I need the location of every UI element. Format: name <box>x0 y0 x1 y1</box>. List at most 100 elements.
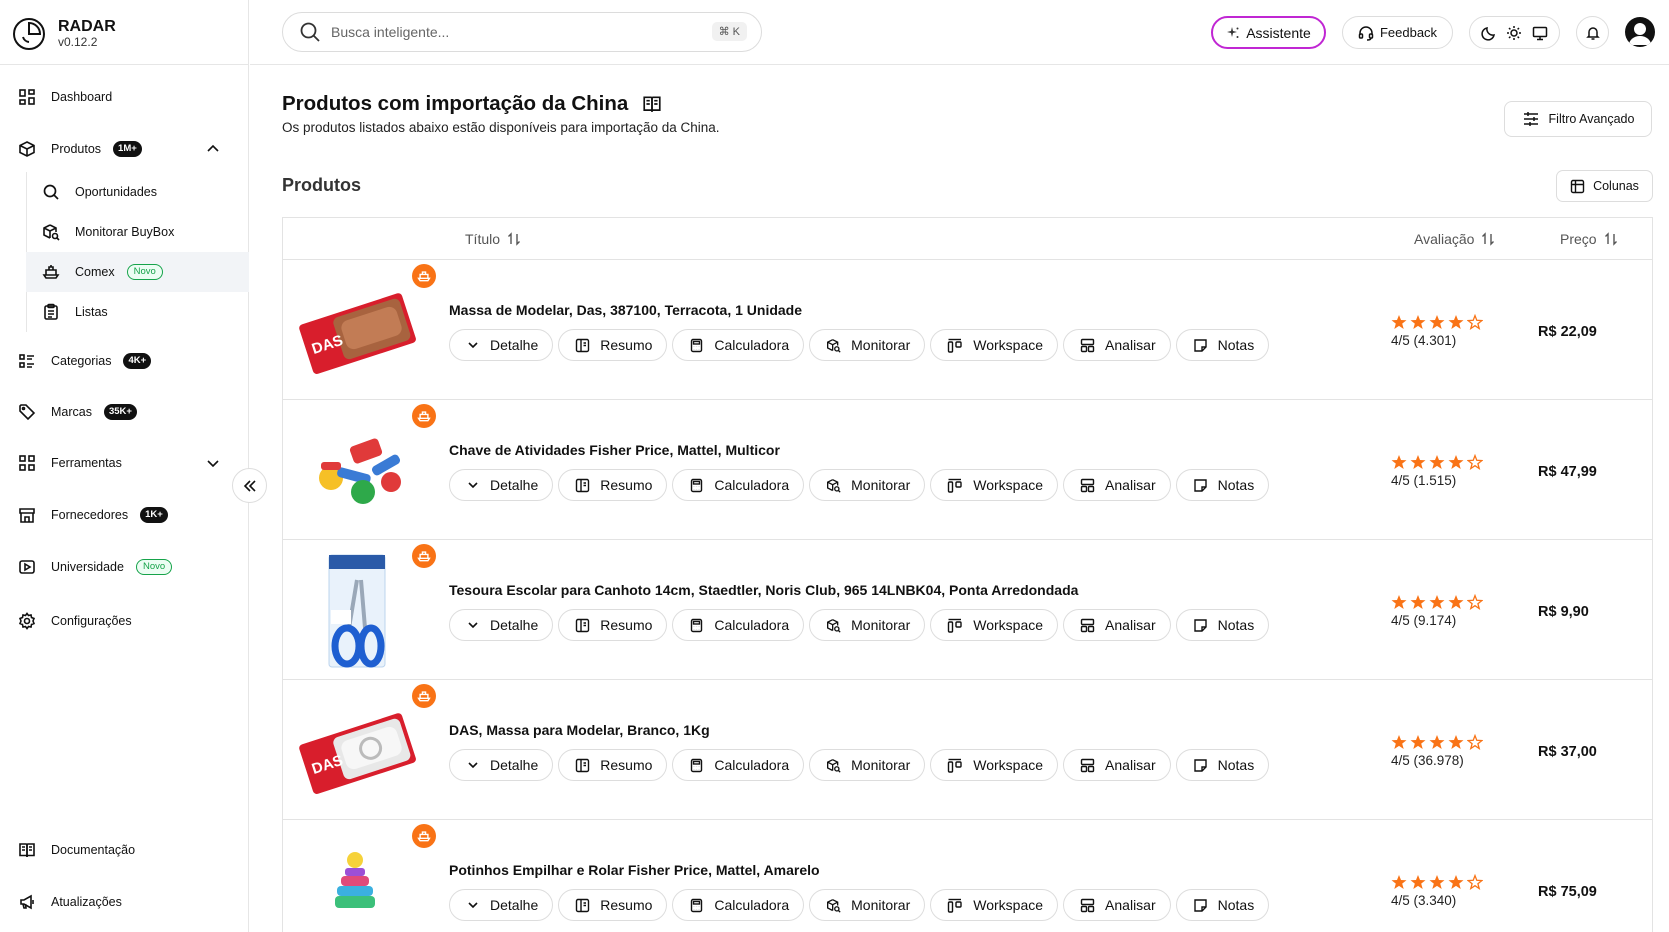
summary-button[interactable]: Resumo <box>558 609 668 641</box>
light-theme-button[interactable] <box>1502 21 1526 45</box>
columns-button[interactable]: Colunas <box>1556 170 1653 202</box>
brand[interactable]: RADAR v0.12.2 <box>12 14 116 54</box>
analyze-button[interactable]: Analisar <box>1063 609 1171 641</box>
monitor-button[interactable]: Monitorar <box>809 749 926 781</box>
action-label: Analisar <box>1105 337 1156 353</box>
star-filled-icon <box>1410 455 1426 469</box>
clipboard-list-icon <box>44 303 58 320</box>
feedback-button[interactable]: Feedback <box>1342 16 1453 49</box>
action-label: Detalhe <box>490 617 539 633</box>
sidebar-item-monitorar-buybox[interactable]: Monitorar BuyBox <box>26 212 249 252</box>
calculator-button[interactable]: Calculadora <box>672 889 805 921</box>
summary-button[interactable]: Resumo <box>558 329 668 361</box>
calculator-button[interactable]: Calculadora <box>672 609 805 641</box>
search-input[interactable] <box>331 24 701 40</box>
summary-icon <box>576 338 590 352</box>
monitor-button[interactable]: Monitorar <box>809 329 926 361</box>
table-row[interactable]: Potinhos Empilhar e Rolar Fisher Price, … <box>283 820 1652 932</box>
product-title[interactable]: Massa de Modelar, Das, 387100, Terracota… <box>449 302 802 318</box>
calculator-button[interactable]: Calculadora <box>672 469 805 501</box>
book-open-icon[interactable] <box>642 94 662 114</box>
star-filled-icon <box>1448 455 1464 469</box>
sidebar-item-configuracoes[interactable]: Configurações <box>0 601 249 641</box>
title-column-header[interactable]: Título <box>465 231 521 247</box>
detail-button[interactable]: Detalhe <box>449 749 554 781</box>
notes-button[interactable]: Notas <box>1175 469 1270 501</box>
monitor-button[interactable]: Monitorar <box>809 889 926 921</box>
product-title[interactable]: Tesoura Escolar para Canhoto 14cm, Staed… <box>449 582 1078 598</box>
table-row[interactable]: DAS Massa de Modelar, Das, 387100, Terrac… <box>283 260 1652 400</box>
box-search-icon <box>827 758 841 773</box>
sidebar-item-documentacao[interactable]: Documentação <box>0 830 249 870</box>
analyze-button[interactable]: Analisar <box>1063 889 1171 921</box>
monitor-button[interactable]: Monitorar <box>809 469 926 501</box>
rating-value: 4/5 (36.978) <box>1391 753 1464 768</box>
notifications-button[interactable] <box>1576 16 1609 49</box>
action-label: Analisar <box>1105 757 1156 773</box>
notes-button[interactable]: Notas <box>1175 329 1270 361</box>
sidebar-item-comex[interactable]: Comex Novo <box>26 252 249 292</box>
star-filled-icon <box>1410 595 1426 609</box>
advanced-filter-button[interactable]: Filtro Avançado <box>1504 101 1652 137</box>
box-search-icon <box>827 478 841 493</box>
analyze-icon <box>1080 898 1095 912</box>
star-filled-icon <box>1391 735 1407 749</box>
box-search-icon <box>43 224 60 241</box>
detail-button[interactable]: Detalhe <box>449 609 554 641</box>
detail-button[interactable]: Detalhe <box>449 469 554 501</box>
notes-button[interactable]: Notas <box>1175 889 1270 921</box>
detail-button[interactable]: Detalhe <box>449 329 554 361</box>
chevron-down-icon[interactable] <box>205 455 221 471</box>
table-row[interactable]: Tesoura Escolar para Canhoto 14cm, Staed… <box>283 540 1652 680</box>
calculator-button[interactable]: Calculadora <box>672 329 805 361</box>
summary-button[interactable]: Resumo <box>558 469 668 501</box>
workspace-button[interactable]: Workspace <box>930 609 1059 641</box>
sidebar-item-label: Atualizações <box>51 895 122 909</box>
summary-button[interactable]: Resumo <box>558 749 668 781</box>
chevron-up-icon[interactable] <box>205 141 221 157</box>
monitor-button[interactable]: Monitorar <box>809 609 926 641</box>
workspace-button[interactable]: Workspace <box>930 329 1059 361</box>
calculator-button[interactable]: Calculadora <box>672 749 805 781</box>
table-row[interactable]: Chave de Atividades Fisher Price, Mattel… <box>283 400 1652 540</box>
product-title[interactable]: Chave de Atividades Fisher Price, Mattel… <box>449 442 780 458</box>
system-theme-button[interactable] <box>1528 21 1552 45</box>
analyze-button[interactable]: Analisar <box>1063 469 1171 501</box>
sidebar-item-ferramentas[interactable]: Ferramentas <box>0 443 249 483</box>
sidebar-item-universidade[interactable]: Universidade Novo <box>0 547 249 587</box>
sidebar-item-dashboard[interactable]: Dashboard <box>0 77 249 117</box>
detail-button[interactable]: Detalhe <box>449 889 554 921</box>
dark-theme-button[interactable] <box>1477 21 1501 45</box>
workspace-button[interactable]: Workspace <box>930 749 1059 781</box>
notes-button[interactable]: Notas <box>1175 749 1270 781</box>
rating-column-header[interactable]: Avaliação <box>1414 231 1495 247</box>
package-icon <box>19 141 35 157</box>
avatar[interactable] <box>1625 17 1655 47</box>
sidebar-item-label: Produtos <box>51 142 102 156</box>
product-title[interactable]: DAS, Massa para Modelar, Branco, 1Kg <box>449 722 710 738</box>
bell-icon <box>1585 26 1600 40</box>
rating-stars <box>1391 594 1486 610</box>
sidebar-item-oportunidades[interactable]: Oportunidades <box>26 172 249 212</box>
sidebar-item-listas[interactable]: Listas <box>26 292 249 332</box>
analyze-button[interactable]: Analisar <box>1063 329 1171 361</box>
sidebar-item-marcas[interactable]: Marcas 35K+ <box>0 392 249 432</box>
table-row[interactable]: DAS DAS, Massa para Modelar, Branco, 1Kg D… <box>283 680 1652 820</box>
star-empty-icon <box>1467 874 1483 890</box>
sidebar-item-atualizacoes[interactable]: Atualizações <box>0 882 249 922</box>
assistant-button[interactable]: Assistente <box>1211 16 1326 49</box>
workspace-icon <box>948 898 962 913</box>
notes-button[interactable]: Notas <box>1175 609 1270 641</box>
search-box[interactable]: ⌘ K <box>282 12 762 52</box>
sidebar-item-categorias[interactable]: Categorias 4K+ <box>0 341 249 381</box>
product-title[interactable]: Potinhos Empilhar e Rolar Fisher Price, … <box>449 862 820 878</box>
sidebar-item-fornecedores[interactable]: Fornecedores 1K+ <box>0 495 249 535</box>
workspace-button[interactable]: Workspace <box>930 469 1059 501</box>
workspace-button[interactable]: Workspace <box>930 889 1059 921</box>
summary-button[interactable]: Resumo <box>558 889 668 921</box>
price-column-header[interactable]: Preço <box>1560 231 1618 247</box>
analyze-button[interactable]: Analisar <box>1063 749 1171 781</box>
collapse-sidebar-button[interactable] <box>232 468 267 503</box>
sidebar-item-produtos[interactable]: Produtos 1M+ <box>0 129 249 169</box>
chevron-down-icon <box>468 482 478 489</box>
